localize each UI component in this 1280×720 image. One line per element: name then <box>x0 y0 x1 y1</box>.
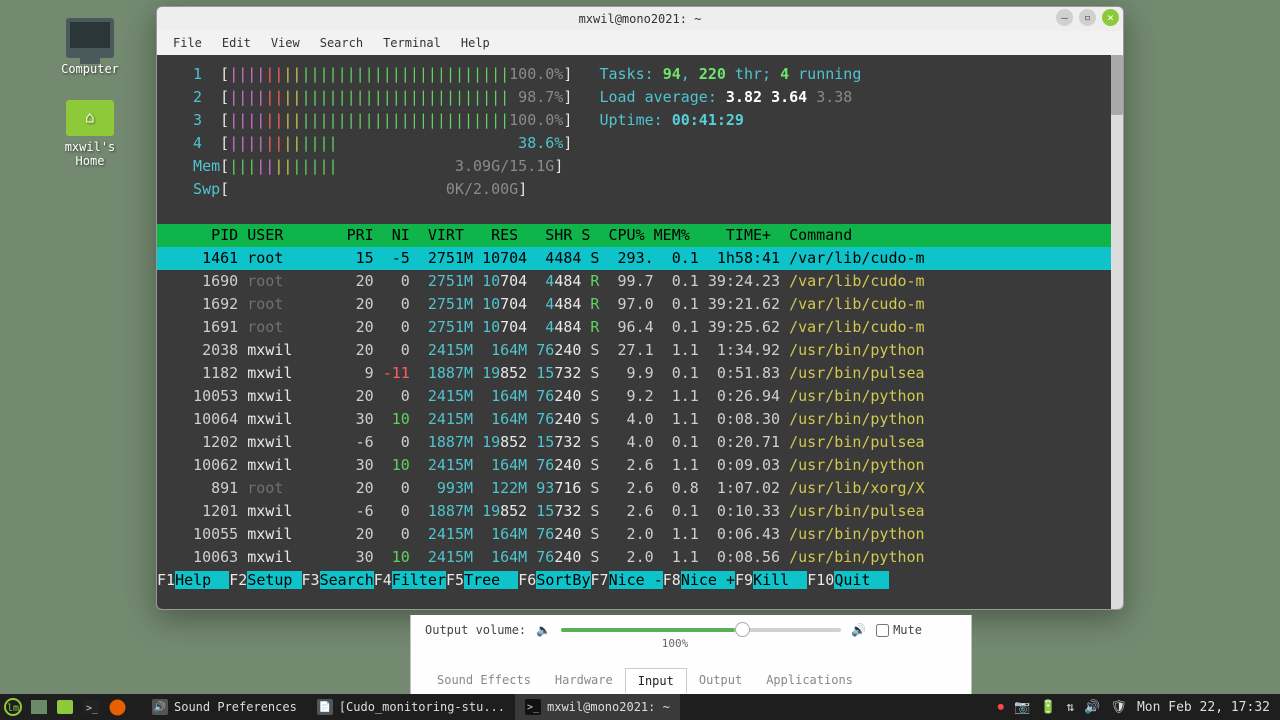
process-row[interactable]: 2038 mxwil 20 0 2415M 164M 76240 S 27.1 … <box>157 339 1123 362</box>
tab-sound-effects[interactable]: Sound Effects <box>425 668 543 693</box>
screen-record-icon[interactable]: ⏺ <box>998 700 1005 715</box>
tab-hardware[interactable]: Hardware <box>543 668 625 693</box>
speaker-low-icon: 🔈 <box>536 623 551 637</box>
window-maximize-button[interactable]: ▫ <box>1079 9 1096 26</box>
document-icon: 📄 <box>317 699 333 715</box>
mute-checkbox[interactable]: Mute <box>876 623 922 637</box>
process-row[interactable]: 891 root 20 0 993M 122M 93716 S 2.6 0.8 … <box>157 477 1123 500</box>
desktop-icon-label: Computer <box>50 62 130 76</box>
process-row[interactable]: 1201 mxwil -6 0 1887M 19852 15732 S 2.6 … <box>157 500 1123 523</box>
output-volume-label: Output volume: <box>425 623 526 637</box>
process-row[interactable]: 1690 root 20 0 2751M 10704 4484 R 99.7 0… <box>157 270 1123 293</box>
tab-output[interactable]: Output <box>687 668 754 693</box>
tab-applications[interactable]: Applications <box>754 668 865 693</box>
system-tray: ⏺ 📷 🔋 ⇅ 🔊 🛡 Mon Feb 22, 17:32 <box>998 700 1280 715</box>
show-desktop-button[interactable] <box>26 694 52 720</box>
svg-text:lm: lm <box>7 703 19 714</box>
process-row[interactable]: 10063 mxwil 30 10 2415M 164M 76240 S 2.0… <box>157 546 1123 569</box>
process-row[interactable]: 1202 mxwil -6 0 1887M 19852 15732 S 4.0 … <box>157 431 1123 454</box>
menu-edit[interactable]: Edit <box>214 33 259 53</box>
menu-help[interactable]: Help <box>453 33 498 53</box>
scrollbar-thumb[interactable] <box>1111 55 1123 115</box>
taskbar-item-terminal[interactable]: >_mxwil@mono2021: ~ <box>515 694 680 720</box>
process-row[interactable]: 1692 root 20 0 2751M 10704 4484 R 97.0 0… <box>157 293 1123 316</box>
window-title: mxwil@mono2021: ~ <box>579 12 702 26</box>
desktop-home-icon[interactable]: mxwil's Home <box>50 100 130 168</box>
menu-file[interactable]: File <box>165 33 210 53</box>
terminal-menubar: File Edit View Search Terminal Help <box>157 31 1123 55</box>
clock[interactable]: Mon Feb 22, 17:32 <box>1137 700 1270 715</box>
process-row[interactable]: 1182 mxwil 9 -11 1887M 19852 15732 S 9.9… <box>157 362 1123 385</box>
taskbar-item-cudo[interactable]: 📄[Cudo_monitoring-stu... <box>307 694 515 720</box>
sound-preferences-window: Output volume: 🔈 🔊 Mute 100% Sound Effec… <box>410 615 972 695</box>
folder-icon <box>66 100 114 136</box>
sound-icon: 🔊 <box>152 699 168 715</box>
sound-tabs: Sound Effects Hardware Input Output Appl… <box>425 668 957 693</box>
scrollbar[interactable] <box>1111 55 1123 609</box>
process-row[interactable]: 10053 mxwil 20 0 2415M 164M 76240 S 9.2 … <box>157 385 1123 408</box>
monitor-icon <box>66 18 114 58</box>
terminal-icon: >_ <box>525 699 541 715</box>
menu-search[interactable]: Search <box>312 33 371 53</box>
camera-icon[interactable]: 📷 <box>1014 700 1030 715</box>
tab-input[interactable]: Input <box>625 668 687 693</box>
window-close-button[interactable]: × <box>1102 9 1119 26</box>
slider-thumb[interactable] <box>735 622 750 637</box>
volume-slider[interactable] <box>561 628 841 632</box>
shield-icon[interactable]: 🛡 <box>1110 700 1127 715</box>
terminal-body[interactable]: 1 [|||||||||||||||||||||||||||||||100.0%… <box>157 55 1123 609</box>
process-row[interactable]: 1691 root 20 0 2751M 10704 4484 R 96.4 0… <box>157 316 1123 339</box>
menu-terminal[interactable]: Terminal <box>375 33 449 53</box>
window-minimize-button[interactable]: — <box>1056 9 1073 26</box>
terminal-launcher-button[interactable]: >_ <box>78 694 104 720</box>
svg-text:>_: >_ <box>86 703 99 714</box>
files-button[interactable] <box>52 694 78 720</box>
taskbar: lm >_ 🔊Sound Preferences 📄[Cudo_monitori… <box>0 694 1280 720</box>
process-row[interactable]: 10055 mxwil 20 0 2415M 164M 76240 S 2.0 … <box>157 523 1123 546</box>
volume-percent: 100% <box>535 637 815 650</box>
volume-tray-icon[interactable]: 🔊 <box>1084 700 1100 715</box>
process-table-header[interactable]: PID USER PRI NI VIRT RES SHR S CPU% MEM%… <box>157 224 1123 247</box>
firefox-button[interactable] <box>104 694 130 720</box>
menu-button[interactable]: lm <box>0 694 26 720</box>
process-row[interactable]: 10062 mxwil 30 10 2415M 164M 76240 S 2.6… <box>157 454 1123 477</box>
desktop-computer-icon[interactable]: Computer <box>50 18 130 76</box>
process-row[interactable]: 10064 mxwil 30 10 2415M 164M 76240 S 4.0… <box>157 408 1123 431</box>
speaker-high-icon: 🔊 <box>851 623 866 637</box>
taskbar-item-sound[interactable]: 🔊Sound Preferences <box>142 694 307 720</box>
battery-icon[interactable]: 🔋 <box>1040 700 1056 715</box>
desktop-icon-label: mxwil's Home <box>50 140 130 168</box>
window-titlebar[interactable]: mxwil@mono2021: ~ — ▫ × <box>157 7 1123 31</box>
menu-view[interactable]: View <box>263 33 308 53</box>
network-icon[interactable]: ⇅ <box>1066 700 1074 715</box>
process-row[interactable]: 1461 root 15 -5 2751M 10704 4484 S 293. … <box>157 247 1123 270</box>
terminal-window: mxwil@mono2021: ~ — ▫ × File Edit View S… <box>156 6 1124 610</box>
